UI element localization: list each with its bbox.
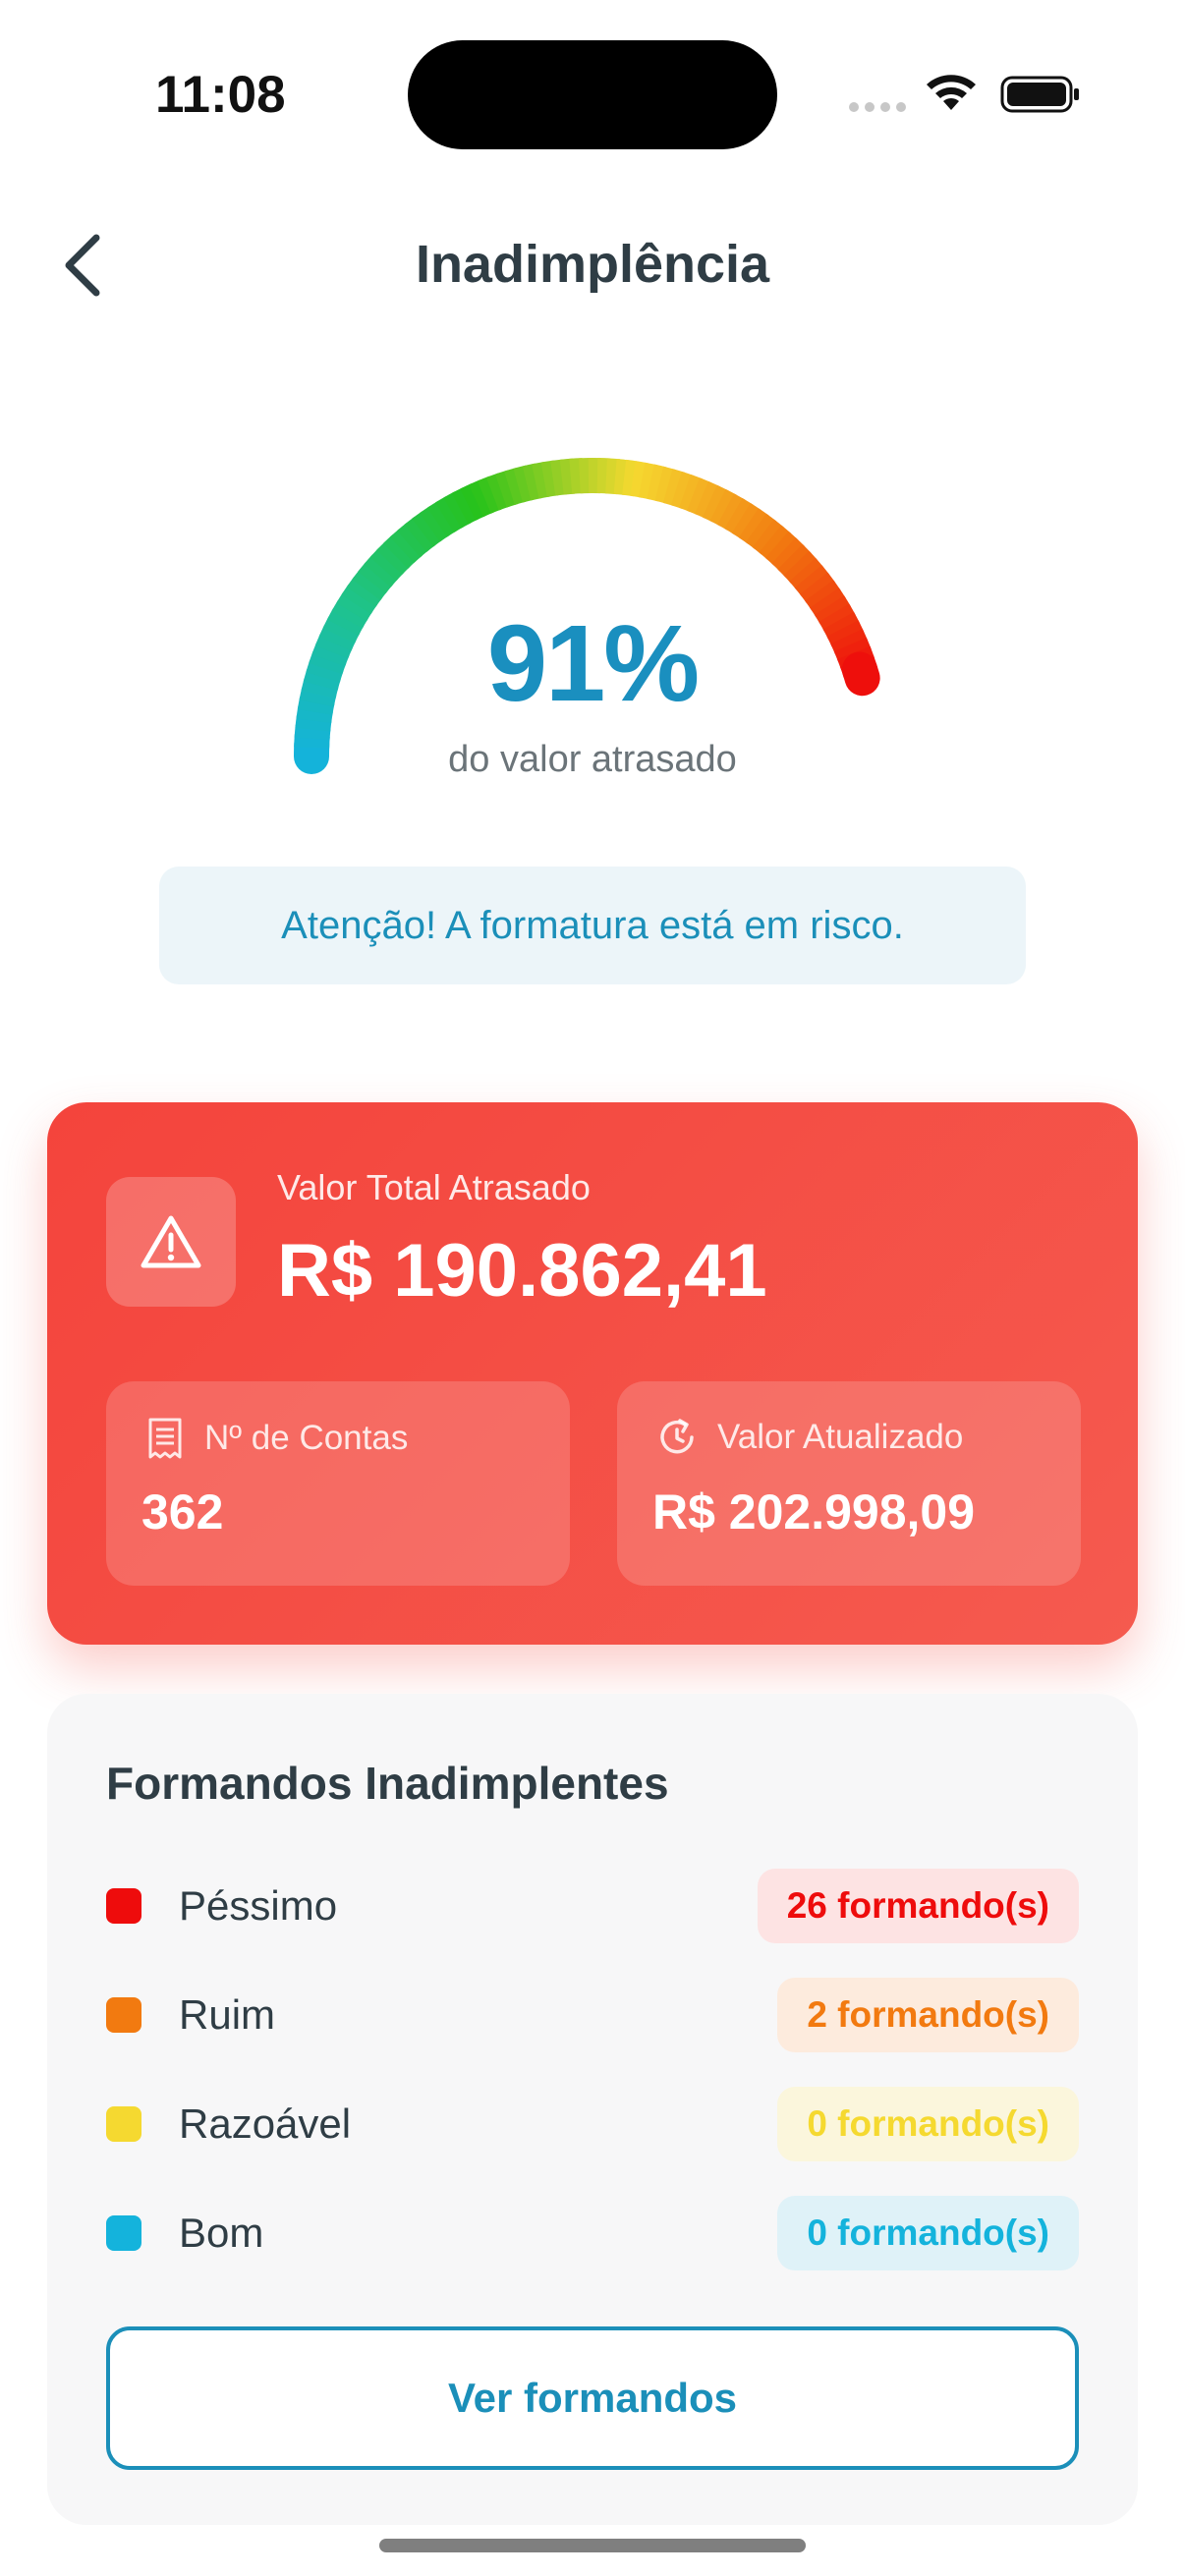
view-students-button[interactable]: Ver formandos bbox=[106, 2326, 1079, 2470]
list-item-ruim: Ruim 2 formando(s) bbox=[106, 1978, 1079, 2052]
nav-bar: Inadimplência bbox=[0, 218, 1185, 312]
dynamic-island bbox=[408, 40, 777, 149]
refresh-clock-icon bbox=[660, 1419, 694, 1454]
count-badge: 2 formando(s) bbox=[777, 1978, 1079, 2052]
wifi-icon bbox=[927, 75, 976, 110]
list-item-label: Ruim bbox=[179, 1991, 276, 2038]
list-item-pessimo: Péssimo 26 formando(s) bbox=[106, 1869, 1079, 1943]
count-badge: 26 formando(s) bbox=[757, 1869, 1079, 1943]
list-item-label: Péssimo bbox=[179, 1882, 338, 1929]
risk-alert: Atenção! A formatura está em risco. bbox=[159, 867, 1026, 984]
status-dot bbox=[106, 2215, 141, 2251]
delinquent-students-title: Formandos Inadimplentes bbox=[106, 1758, 669, 1809]
status-dot bbox=[106, 1997, 141, 2033]
list-item-label: Bom bbox=[179, 2210, 264, 2256]
count-badge: 0 formando(s) bbox=[777, 2196, 1079, 2270]
list-item-bom: Bom 0 formando(s) bbox=[106, 2196, 1079, 2270]
status-dot bbox=[106, 1888, 141, 1924]
list-item-label: Razoável bbox=[179, 2100, 352, 2147]
view-students-button-label: Ver formandos bbox=[447, 2375, 738, 2421]
total-overdue-label: Valor Total Atrasado bbox=[277, 1167, 591, 1207]
gauge-value: 91% bbox=[486, 603, 700, 724]
count-badge: 0 formando(s) bbox=[777, 2087, 1079, 2161]
receipt-icon bbox=[148, 1418, 182, 1459]
list-item-razoavel: Razoável 0 formando(s) bbox=[106, 2087, 1079, 2161]
status-time: 11:08 bbox=[155, 66, 286, 124]
battery-icon bbox=[1000, 76, 1079, 113]
updated-value-card: Valor Atualizado R$ 202.998,09 bbox=[617, 1381, 1081, 1586]
warning-triangle-icon bbox=[141, 1215, 201, 1268]
overdue-summary-card: Valor Total Atrasado R$ 190.862,41 Nº de… bbox=[47, 1102, 1138, 1645]
status-bar: 11:08 bbox=[0, 0, 1185, 187]
updated-value-amount: R$ 202.998,09 bbox=[652, 1484, 976, 1540]
updated-value-label: Valor Atualizado bbox=[717, 1418, 964, 1456]
gauge-caption: do valor atrasado bbox=[448, 739, 737, 780]
home-indicator[interactable] bbox=[379, 2539, 806, 2552]
warning-badge bbox=[106, 1177, 236, 1307]
cellular-signal-icon bbox=[849, 102, 908, 114]
total-overdue-value: R$ 190.862,41 bbox=[277, 1229, 767, 1313]
accounts-count-card: Nº de Contas 362 bbox=[106, 1381, 570, 1586]
accounts-count-label: Nº de Contas bbox=[204, 1419, 409, 1457]
status-dot bbox=[106, 2106, 141, 2142]
accounts-count-value: 362 bbox=[141, 1484, 224, 1540]
page-title: Inadimplência bbox=[415, 235, 770, 294]
delinquent-students-card: Formandos Inadimplentes Péssimo 26 forma… bbox=[47, 1694, 1138, 2525]
risk-alert-text: Atenção! A formatura está em risco. bbox=[281, 903, 904, 947]
